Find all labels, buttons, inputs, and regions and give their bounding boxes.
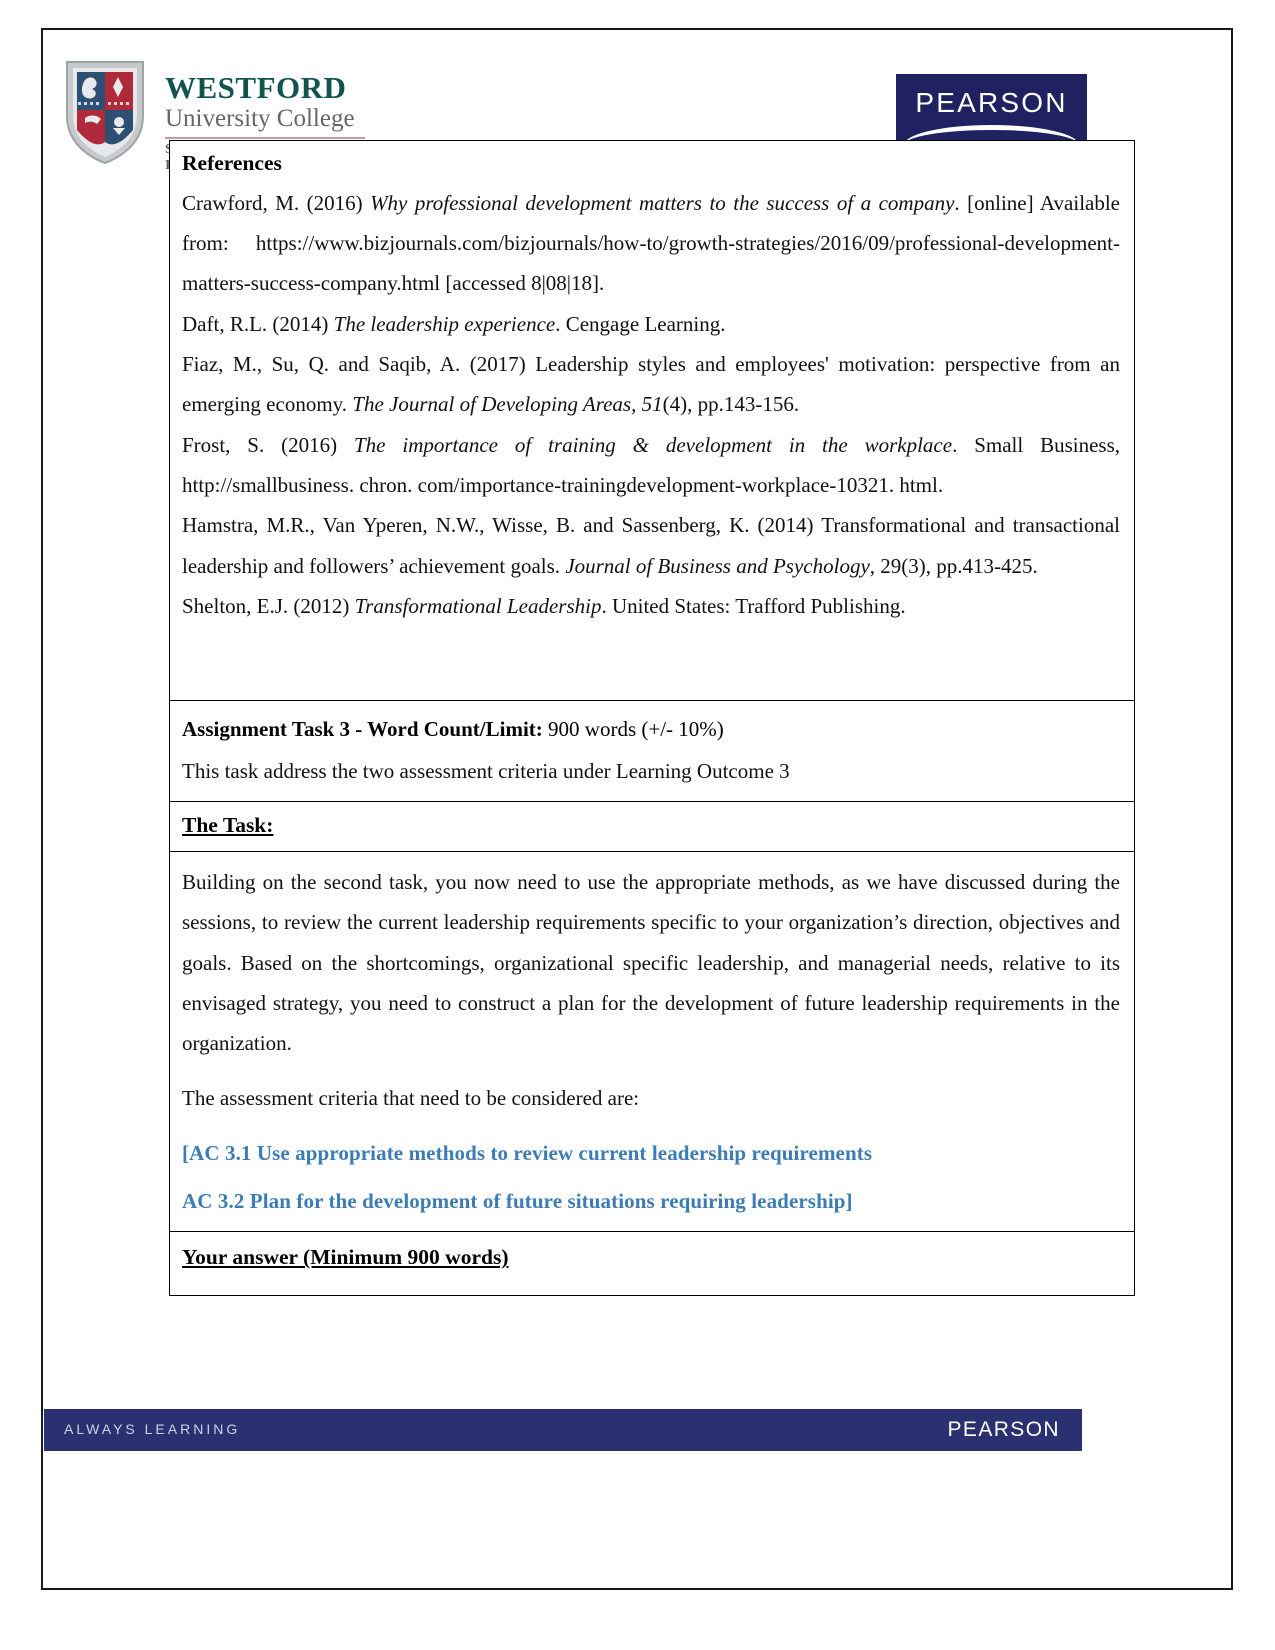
university-name: WESTFORD <box>165 70 347 105</box>
reference-italic: The leadership experience <box>333 311 556 336</box>
reference-post: (4), pp.143-156. <box>662 392 800 417</box>
assessment-criterion-3-2: AC 3.2 Plan for the development of futur… <box>182 1188 853 1213</box>
reference-post: . Cengage Learning. <box>555 311 726 336</box>
reference-post: . United States: Trafford Publishing. <box>601 593 906 618</box>
pearson-logo-text: PEARSON <box>915 87 1068 118</box>
task-heading: The Task: <box>182 813 274 838</box>
criteria-note: This task address the two assessment cri… <box>182 758 790 783</box>
reference-entry: Daft, R.L. (2014) The leadership experie… <box>182 304 1120 344</box>
reference-pre: Shelton, E.J. (2012) <box>182 593 355 618</box>
page-header: WESTFORD University College School of Bu… <box>43 30 1231 173</box>
word-count-section: Assignment Task 3 - Word Count/Limit: 90… <box>170 701 1134 803</box>
task-body-section: Building on the second task, you now nee… <box>170 852 1134 1233</box>
criteria-intro: The assessment criteria that need to be … <box>182 1085 640 1110</box>
reference-pre: Daft, R.L. (2014) <box>182 311 334 336</box>
reference-italic: Journal of Business and Psychology <box>565 553 870 578</box>
answer-section[interactable]: Your answer (Minimum 900 words) <box>170 1232 1134 1295</box>
westford-crest-icon <box>66 61 144 165</box>
footer-tagline: ALWAYS LEARNING <box>64 1421 241 1437</box>
reference-pre: Frost, S. (2016) <box>182 432 354 457</box>
word-count-label: Assignment Task 3 - Word Count/Limit: <box>182 717 543 742</box>
reference-pre: Crawford, M. (2016) <box>182 190 371 215</box>
references-section: References Crawford, M. (2016) Why profe… <box>170 141 1134 702</box>
footer-banner: ALWAYS LEARNING PEARSON <box>44 1409 1082 1451</box>
references-title: References <box>182 151 282 175</box>
word-count-line: Assignment Task 3 - Word Count/Limit: 90… <box>182 713 1122 747</box>
assessment-criterion-3-1: [AC 3.1 Use appropriate methods to revie… <box>182 1141 873 1166</box>
pearson-swoosh-icon <box>904 125 1079 141</box>
reference-italic: The Journal of Developing Areas, 51 <box>352 392 663 417</box>
pearson-logo: PEARSON <box>896 74 1087 141</box>
wordmark-divider <box>165 137 365 140</box>
footer-pearson-logo: PEARSON <box>947 1418 1060 1441</box>
reference-entry: Shelton, E.J. (2012) Transformational Le… <box>182 586 1120 626</box>
reference-post: , 29(3), pp.413-425. <box>869 553 1038 578</box>
document-page: WESTFORD University College School of Bu… <box>41 28 1233 1590</box>
task-heading-section: The Task: <box>170 802 1134 853</box>
reference-italic: The importance of training & development… <box>353 432 953 457</box>
university-subtitle: University College <box>165 104 355 132</box>
word-count-value: 900 words (+/- 10%) <box>542 717 724 742</box>
answer-heading: Your answer (Minimum 900 words) <box>182 1245 509 1270</box>
assignment-table: References Crawford, M. (2016) Why profe… <box>169 140 1135 1297</box>
reference-italic: Why professional development matters to … <box>370 190 955 215</box>
reference-entry: Fiaz, M., Su, Q. and Saqib, A. (2017) Le… <box>182 344 1120 425</box>
reference-entry: Hamstra, M.R., Van Yperen, N.W., Wisse, … <box>182 505 1120 586</box>
reference-entry: Frost, S. (2016) The importance of train… <box>182 425 1120 506</box>
reference-entry: Crawford, M. (2016) Why professional dev… <box>182 183 1120 304</box>
reference-italic: Transformational Leadership <box>354 593 602 618</box>
task-paragraph: Building on the second task, you now nee… <box>182 870 1120 1056</box>
